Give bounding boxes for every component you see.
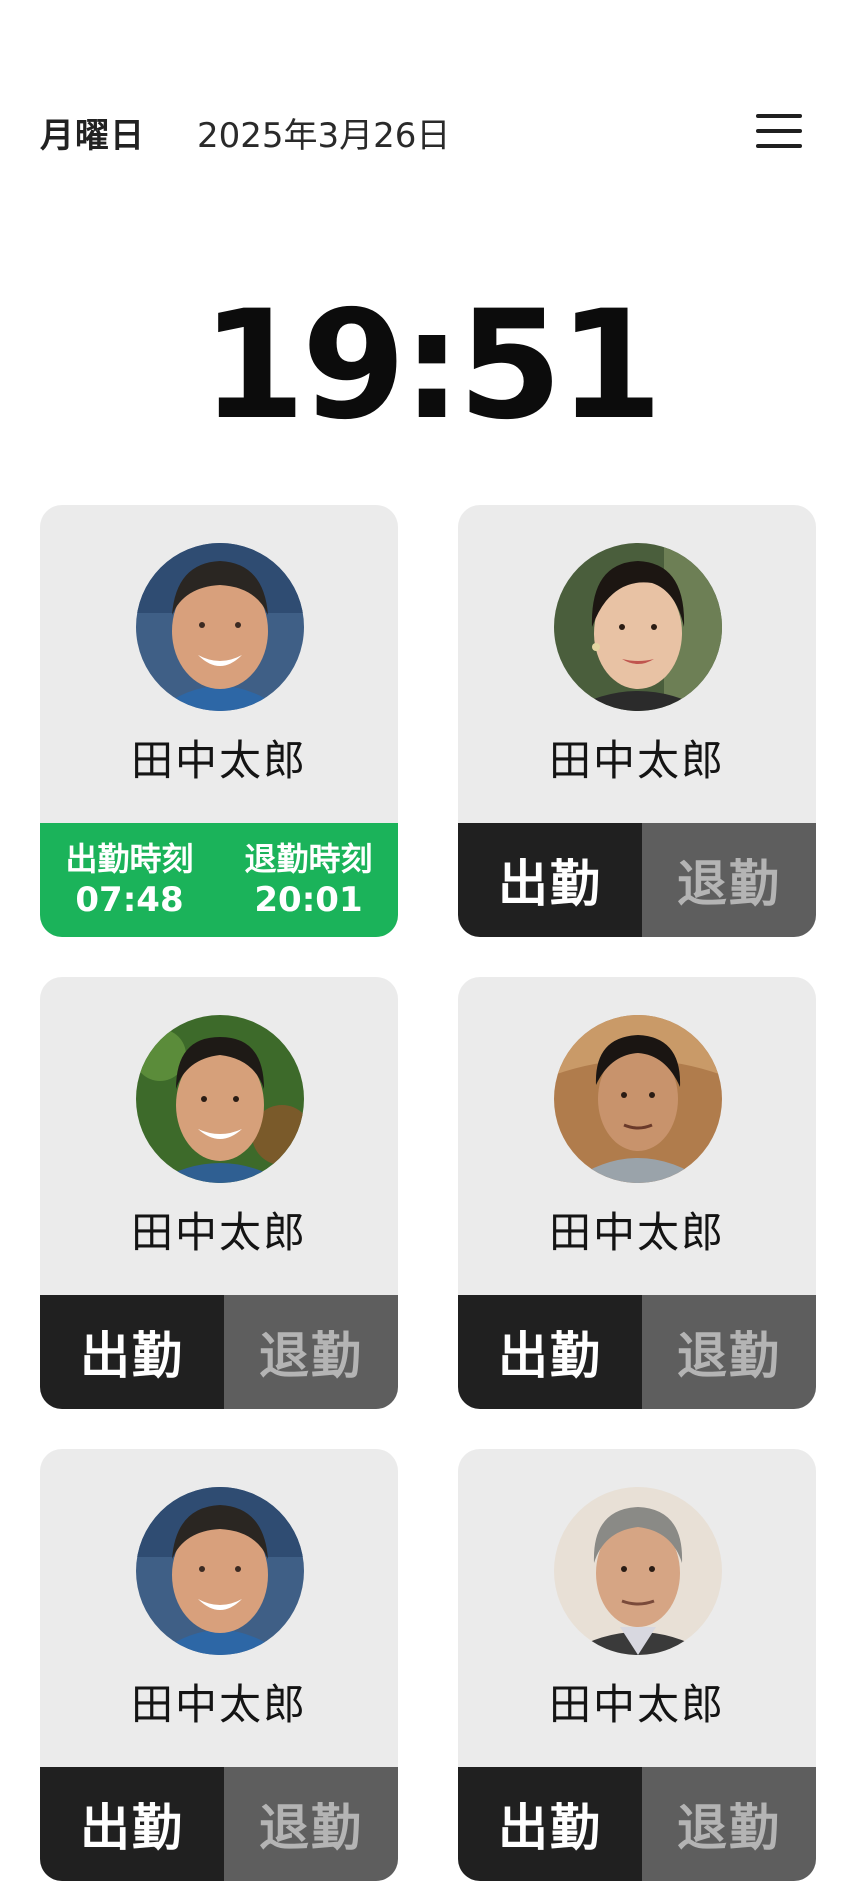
attendance-actions: 出勤 退勤 bbox=[40, 1295, 398, 1409]
clock-out-time-value: 20:01 bbox=[254, 880, 363, 920]
menu-line-top bbox=[756, 114, 802, 118]
employee-name: 田中太郎 bbox=[130, 736, 307, 785]
avatar bbox=[136, 1487, 304, 1655]
header: 月曜日 2025年3月26日 bbox=[0, 0, 860, 260]
clock-out-button[interactable]: 退勤 bbox=[642, 1295, 816, 1409]
avatar bbox=[554, 543, 722, 711]
employee-card: 田中太郎 出勤 退勤 bbox=[458, 1449, 816, 1881]
avatar bbox=[136, 1015, 304, 1183]
clock-out-button[interactable]: 退勤 bbox=[224, 1295, 398, 1409]
employee-card: 田中太郎 出勤 退勤 bbox=[458, 505, 816, 937]
clock-in-button[interactable]: 出勤 bbox=[40, 1295, 224, 1409]
clock-in-button[interactable]: 出勤 bbox=[458, 823, 642, 937]
attendance-actions: 出勤 退勤 bbox=[458, 1295, 816, 1409]
clock-in-time-value: 07:48 bbox=[75, 880, 184, 920]
employee-card: 田中太郎 出勤 退勤 bbox=[40, 977, 398, 1409]
menu-line-middle bbox=[756, 129, 802, 133]
employee-name: 田中太郎 bbox=[130, 1208, 307, 1257]
employee-name: 田中太郎 bbox=[130, 1680, 307, 1729]
clock-out-button[interactable]: 退勤 bbox=[642, 823, 816, 937]
employee-name: 田中太郎 bbox=[548, 1208, 725, 1257]
avatar bbox=[554, 1015, 722, 1183]
employee-card: 田中太郎 出勤 退勤 bbox=[40, 1449, 398, 1881]
employee-name: 田中太郎 bbox=[548, 736, 725, 785]
clock-in-button[interactable]: 出勤 bbox=[458, 1295, 642, 1409]
clock-in-time-label: 出勤時刻 bbox=[65, 840, 194, 878]
current-time-clock: 19:51 bbox=[201, 279, 662, 453]
employee-name: 田中太郎 bbox=[548, 1680, 725, 1729]
date-label: 2025年3月26日 bbox=[197, 116, 451, 156]
avatar bbox=[136, 543, 304, 711]
clock-out-record: 退勤時刻 20:01 bbox=[219, 823, 398, 937]
weekday-label: 月曜日 bbox=[40, 116, 145, 156]
clock-in-record: 出勤時刻 07:48 bbox=[40, 823, 219, 937]
menu-line-bottom bbox=[756, 144, 802, 148]
avatar bbox=[554, 1487, 722, 1655]
attendance-record: 出勤時刻 07:48 退勤時刻 20:01 bbox=[40, 823, 398, 937]
employee-card: 田中太郎 出勤時刻 07:48 退勤時刻 20:01 bbox=[40, 505, 398, 937]
attendance-actions: 出勤 退勤 bbox=[458, 823, 816, 937]
employee-card: 田中太郎 出勤 退勤 bbox=[458, 977, 816, 1409]
hamburger-menu-icon[interactable] bbox=[756, 110, 804, 152]
clock-out-time-label: 退勤時刻 bbox=[244, 840, 373, 878]
